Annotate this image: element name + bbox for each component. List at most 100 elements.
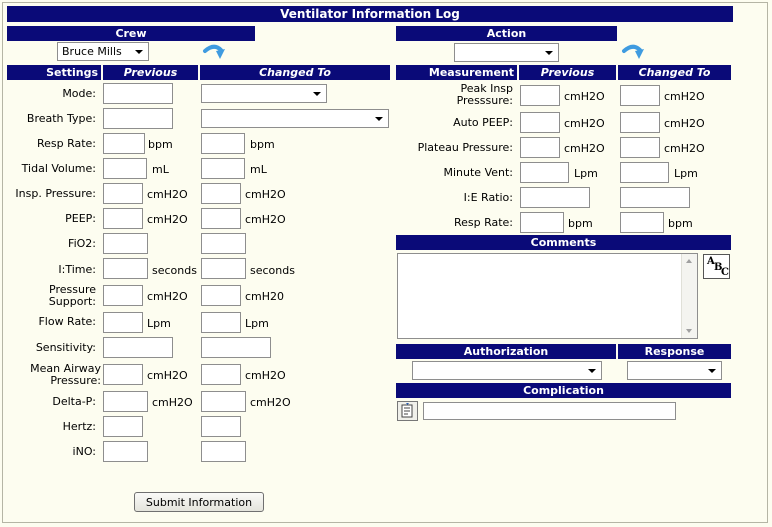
fio2-label: FiO2:	[68, 237, 96, 250]
hertz-label: Hertz:	[62, 420, 96, 433]
insp-pressure-label: Insp. Pressure:	[15, 187, 96, 200]
breath-type-previous-input[interactable]	[103, 108, 173, 129]
delta-p-label: Delta-P:	[52, 395, 96, 408]
chevron-down-icon	[135, 50, 143, 54]
complication-input[interactable]	[423, 402, 676, 420]
mean-airway-pressure-changed-input[interactable]	[201, 364, 241, 385]
resp-rate-previous-unit: bpm	[148, 138, 173, 151]
i-time-previous-input[interactable]	[103, 258, 148, 279]
plateau-pressure-previous-input[interactable]	[520, 137, 560, 158]
auto-peep-changed-unit: cmH2O	[664, 117, 705, 130]
measurement-resp-rate-previous-input[interactable]	[520, 212, 564, 233]
measurement-changed-header: Changed To	[618, 65, 731, 80]
ino-changed-input[interactable]	[201, 441, 246, 462]
peep-changed-input[interactable]	[201, 208, 241, 229]
peep-previous-input[interactable]	[103, 208, 143, 229]
tidal-volume-changed-input[interactable]	[201, 158, 245, 179]
fio2-previous-input[interactable]	[103, 233, 148, 254]
refresh-crew-icon[interactable]	[202, 42, 226, 62]
mean-airway-pressure-changed-unit: cmH2O	[245, 369, 286, 382]
auto-peep-changed-input[interactable]	[620, 112, 660, 133]
minute-vent-label: Minute Vent:	[443, 166, 514, 179]
peak-insp-pressure-label-line2: Presssure:	[456, 94, 513, 107]
peak-insp-pressure-previous-input[interactable]	[520, 85, 560, 106]
delta-p-changed-unit: cmH2O	[250, 396, 291, 409]
measurement-resp-rate-changed-input[interactable]	[620, 212, 664, 233]
insp-pressure-changed-input[interactable]	[201, 183, 241, 204]
complication-header: Complication	[396, 383, 731, 398]
flow-rate-changed-input[interactable]	[201, 312, 241, 333]
pressure-support-changed-input[interactable]	[201, 285, 241, 306]
ie-ratio-changed-input[interactable]	[620, 187, 690, 208]
submit-button[interactable]: Submit Information	[134, 492, 264, 512]
mean-airway-pressure-label: Mean Airway Pressure:	[7, 363, 101, 387]
settings-changed-header: Changed To	[200, 65, 390, 80]
pressure-support-changed-unit: cmH20	[245, 290, 285, 303]
measurement-resp-rate-changed-unit: bpm	[668, 217, 693, 230]
pressure-support-previous-input[interactable]	[103, 285, 143, 306]
minute-vent-previous-input[interactable]	[520, 162, 569, 183]
minute-vent-previous-unit: Lpm	[574, 167, 598, 180]
resp-rate-previous-input[interactable]	[103, 133, 145, 154]
flow-rate-changed-unit: Lpm	[245, 317, 269, 330]
chevron-down-icon	[545, 51, 553, 55]
peak-insp-pressure-changed-input[interactable]	[620, 85, 660, 106]
i-time-changed-input[interactable]	[201, 258, 246, 279]
mean-airway-pressure-label-line2: Pressure:	[50, 374, 101, 387]
chevron-down-icon	[588, 369, 596, 373]
spell-check-icon[interactable]: A B C	[703, 254, 730, 279]
hertz-changed-input[interactable]	[201, 416, 241, 437]
tidal-volume-changed-unit: mL	[250, 163, 267, 176]
sensitivity-changed-input[interactable]	[201, 337, 271, 358]
plateau-pressure-changed-input[interactable]	[620, 137, 660, 158]
auto-peep-previous-unit: cmH2O	[564, 117, 605, 130]
refresh-action-icon[interactable]	[621, 42, 645, 62]
fio2-changed-input[interactable]	[201, 233, 246, 254]
breath-type-changed-select[interactable]	[201, 109, 389, 128]
tidal-volume-previous-input[interactable]	[103, 158, 147, 179]
measurement-previous-header: Previous	[519, 65, 616, 80]
authorization-select[interactable]	[412, 361, 602, 380]
ie-ratio-previous-input[interactable]	[520, 187, 590, 208]
auto-peep-label: Auto PEEP:	[453, 116, 513, 129]
sensitivity-previous-input[interactable]	[103, 337, 173, 358]
pressure-support-label: Pressure Support:	[7, 284, 96, 308]
minute-vent-changed-input[interactable]	[620, 162, 669, 183]
flow-rate-previous-input[interactable]	[103, 312, 143, 333]
peak-insp-pressure-label: Peak Insp Presssure:	[400, 83, 513, 107]
lookup-icon[interactable]	[397, 401, 418, 421]
peep-previous-unit: cmH2O	[147, 213, 188, 226]
action-select[interactable]	[454, 43, 559, 62]
response-header: Response	[618, 344, 731, 359]
peep-label: PEEP:	[65, 212, 96, 225]
plateau-pressure-label: Plateau Pressure:	[417, 141, 513, 154]
scroll-down-icon[interactable]	[686, 329, 692, 333]
insp-pressure-previous-input[interactable]	[103, 183, 143, 204]
mode-changed-select[interactable]	[201, 84, 327, 103]
flow-rate-previous-unit: Lpm	[147, 317, 171, 330]
auto-peep-previous-input[interactable]	[520, 112, 560, 133]
response-select[interactable]	[627, 361, 722, 380]
resp-rate-changed-unit: bpm	[250, 138, 275, 151]
comments-textarea[interactable]	[397, 253, 698, 339]
chevron-down-icon	[375, 117, 383, 121]
hertz-previous-input[interactable]	[103, 416, 143, 437]
delta-p-changed-input[interactable]	[201, 391, 246, 412]
scroll-up-icon[interactable]	[686, 259, 692, 263]
mean-airway-pressure-previous-unit: cmH2O	[147, 369, 188, 382]
ino-previous-input[interactable]	[103, 441, 148, 462]
crew-select[interactable]: Bruce Mills	[57, 42, 149, 61]
authorization-header: Authorization	[396, 344, 616, 359]
resp-rate-label: Resp Rate:	[36, 137, 96, 150]
delta-p-previous-input[interactable]	[103, 391, 148, 412]
tidal-volume-previous-unit: mL	[152, 163, 169, 176]
resp-rate-changed-input[interactable]	[201, 133, 245, 154]
page-title: Ventilator Information Log	[7, 6, 733, 22]
measurement-header: Measurement	[396, 65, 517, 80]
ie-ratio-label: I:E Ratio:	[463, 191, 513, 204]
breath-type-label: Breath Type:	[26, 112, 96, 125]
comments-scrollbar[interactable]	[681, 254, 697, 338]
mode-previous-input[interactable]	[103, 83, 173, 104]
mean-airway-pressure-previous-input[interactable]	[103, 364, 143, 385]
comments-header: Comments	[396, 235, 731, 250]
